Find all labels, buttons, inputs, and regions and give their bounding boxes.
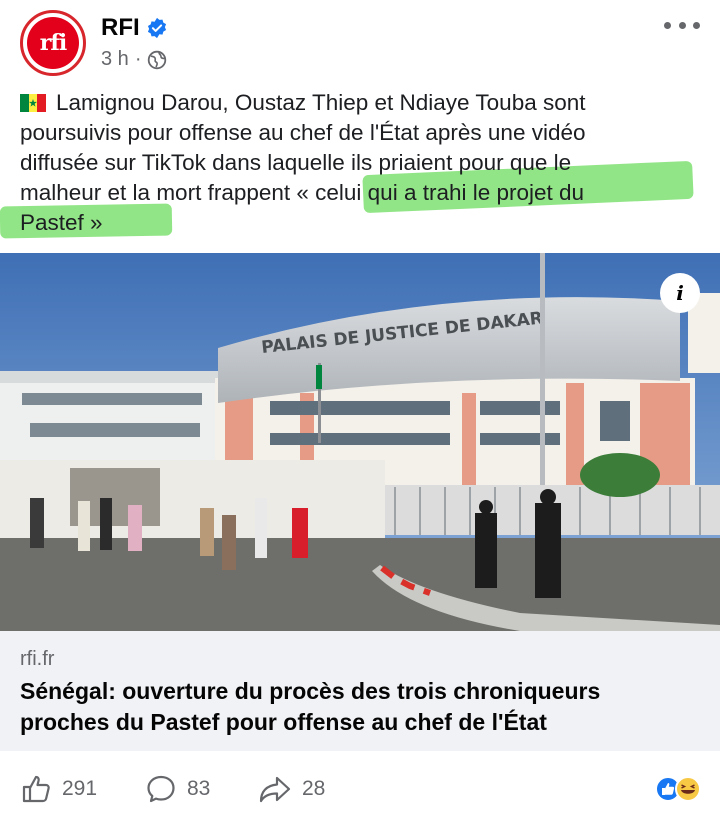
reaction-icons (655, 776, 701, 802)
more-dot-icon (664, 21, 671, 29)
more-options-button[interactable] (664, 14, 700, 36)
verified-badge-icon (147, 17, 166, 39)
post-photo[interactable]: PALAIS DE JUSTICE DE DAKAR (0, 253, 720, 631)
like-button[interactable]: 291 (20, 760, 97, 818)
post-header: rfi RFI 3 h · (0, 0, 720, 84)
post-actions: 291 83 28 (0, 760, 720, 818)
comment-count: 83 (187, 777, 211, 800)
rfi-logo: rfi (27, 17, 79, 69)
more-dot-icon (678, 21, 686, 29)
info-button[interactable]: i (660, 273, 700, 313)
link-headline[interactable]: Sénégal: ouverture du procès des trois c… (20, 676, 700, 738)
share-count: 28 (302, 777, 326, 800)
avatar-logo-text: rfi (39, 30, 67, 56)
post-text-line: Pastef » (20, 210, 103, 235)
avatar[interactable]: rfi (20, 10, 86, 76)
meta-separator: · (134, 48, 142, 70)
post-text-line: Lamignou Darou, Oustaz Thiep et Ndiaye T… (20, 88, 705, 118)
haha-reaction-icon (675, 776, 701, 802)
share-button[interactable]: 28 (258, 760, 325, 818)
comment-button[interactable]: 83 (145, 760, 210, 818)
post-text-line: malheur et la mort frappent « celui qui … (20, 180, 585, 205)
share-icon (259, 776, 291, 803)
post-text-line: diffusée sur TikTok dans laquelle ils pr… (20, 150, 572, 175)
page-name-label: RFI (101, 14, 140, 41)
like-count: 291 (62, 777, 98, 800)
link-headline-line: Sénégal: ouverture du procès des trois c… (20, 678, 601, 704)
info-icon: i (676, 281, 684, 305)
post-text-line: poursuivis pour offense au chef de l'Éta… (20, 120, 586, 145)
link-domain: rfi.fr (20, 648, 55, 670)
link-headline-line: proches du Pastef pour offense au chef d… (20, 709, 547, 735)
comment-icon (147, 775, 175, 803)
post-text: Lamignou Darou, Oustaz Thiep et Ndiaye T… (20, 88, 705, 238)
post-meta: 3 h · (101, 48, 167, 71)
more-dot-icon (693, 21, 700, 29)
page-name[interactable]: RFI (101, 14, 168, 42)
thumbs-up-icon (22, 775, 50, 803)
globe-icon (148, 50, 167, 69)
courthouse-image: PALAIS DE JUSTICE DE DAKAR (0, 253, 720, 631)
senegal-flag-icon (20, 94, 46, 112)
reaction-summary[interactable] (654, 774, 702, 804)
post-time[interactable]: 3 h (101, 48, 129, 71)
